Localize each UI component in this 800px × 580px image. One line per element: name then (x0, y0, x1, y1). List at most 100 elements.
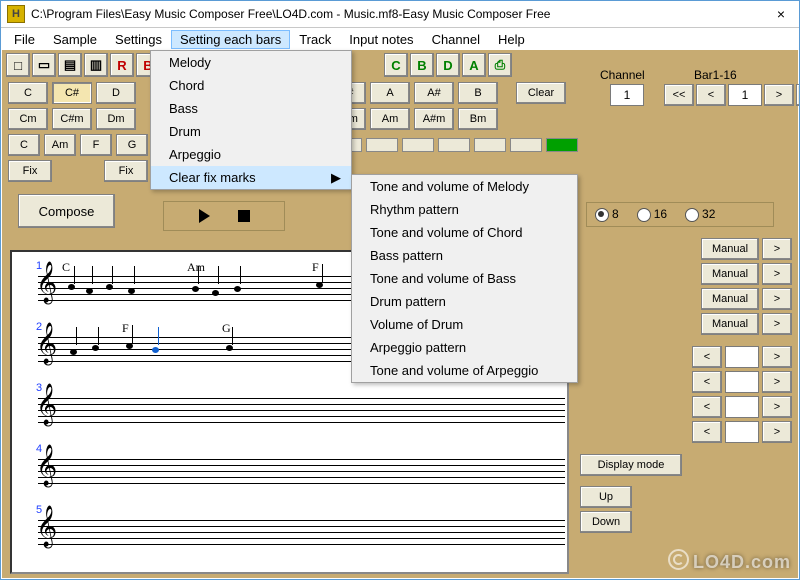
up-button[interactable]: Up (580, 486, 632, 508)
level-5 (438, 138, 470, 152)
bar-first[interactable]: << (664, 84, 694, 106)
spin-3-val[interactable] (725, 396, 759, 418)
chord-b[interactable]: B (458, 82, 498, 104)
stop-button[interactable] (238, 210, 250, 222)
mi-tone-vol-arpeggio[interactable]: Tone and volume of Arpeggio (352, 359, 577, 382)
spin-2-lt[interactable]: < (692, 371, 722, 393)
title-bar: H C:\Program Files\Easy Music Composer F… (1, 1, 799, 28)
manual-4-gt[interactable]: > (762, 313, 792, 335)
spin-1-val[interactable] (725, 346, 759, 368)
spin-1-lt[interactable]: < (692, 346, 722, 368)
manual-1[interactable]: Manual (701, 238, 759, 260)
level-7 (510, 138, 542, 152)
fix-button-2[interactable]: Fix (104, 160, 148, 182)
manual-3[interactable]: Manual (701, 288, 759, 310)
tool-save2[interactable]: ▥ (84, 53, 108, 77)
menu-setting-each-bars[interactable]: Setting each bars (171, 30, 290, 49)
mi-arpeggio[interactable]: Arpeggio (151, 143, 351, 166)
bar-chord-2[interactable]: Am (44, 134, 76, 156)
spin-4-val[interactable] (725, 421, 759, 443)
bar-label: Bar1-16 (694, 68, 737, 82)
chord-dm[interactable]: Dm (96, 108, 136, 130)
spin-2-gt[interactable]: > (762, 371, 792, 393)
mi-tone-vol-chord[interactable]: Tone and volume of Chord (352, 221, 577, 244)
radio-8[interactable]: 8 (595, 207, 619, 222)
chord-csharp[interactable]: C# (52, 82, 92, 104)
mi-rhythm-pattern[interactable]: Rhythm pattern (352, 198, 577, 221)
manual-1-gt[interactable]: > (762, 238, 792, 260)
spin-4-lt[interactable]: < (692, 421, 722, 443)
manual-2-gt[interactable]: > (762, 263, 792, 285)
watermark: LO4D.com (668, 547, 791, 573)
radio-32[interactable]: 32 (685, 207, 715, 222)
down-button[interactable]: Down (580, 511, 632, 533)
mi-vol-drum[interactable]: Volume of Drum (352, 313, 577, 336)
staff1-chord-am: Am (187, 260, 205, 275)
clear-button[interactable]: Clear (516, 82, 566, 104)
tool-new[interactable]: □ (6, 53, 30, 77)
tool-c[interactable]: C (384, 53, 408, 77)
menu-file[interactable]: File (5, 30, 44, 49)
staff1-chord-c: C (62, 260, 70, 275)
chord-c[interactable]: C (8, 82, 48, 104)
radio-16[interactable]: 16 (637, 207, 667, 222)
bar-prev[interactable]: < (696, 84, 726, 106)
chord-bm[interactable]: Bm (458, 108, 498, 130)
menu-track[interactable]: Track (290, 30, 340, 49)
mi-drum[interactable]: Drum (151, 120, 351, 143)
compose-button[interactable]: Compose (18, 194, 115, 228)
menu-settings[interactable]: Settings (106, 30, 171, 49)
mi-bass[interactable]: Bass (151, 97, 351, 120)
chord-csm[interactable]: C#m (52, 108, 92, 130)
display-mode-button[interactable]: Display mode (580, 454, 682, 476)
level-6 (474, 138, 506, 152)
client-area: □ ▭ ▤ ▥ R B C B D A ⎙ C C# D G G# A A# B… (2, 50, 798, 578)
bar-next[interactable]: > (764, 84, 794, 106)
tool-d[interactable]: D (436, 53, 460, 77)
tool-save[interactable]: ▤ (58, 53, 82, 77)
menu-sample[interactable]: Sample (44, 30, 106, 49)
menu-channel[interactable]: Channel (423, 30, 489, 49)
manual-4[interactable]: Manual (701, 313, 759, 335)
menu-input-notes[interactable]: Input notes (340, 30, 422, 49)
mi-melody[interactable]: Melody (151, 51, 351, 74)
play-button[interactable] (199, 209, 210, 223)
spin-3-lt[interactable]: < (692, 396, 722, 418)
mi-tone-vol-melody[interactable]: Tone and volume of Melody (352, 175, 577, 198)
tool-b-green[interactable]: B (410, 53, 434, 77)
spin-3-gt[interactable]: > (762, 396, 792, 418)
spin-2-val[interactable] (725, 371, 759, 393)
channel-field[interactable]: 1 (610, 84, 644, 106)
manual-2[interactable]: Manual (701, 263, 759, 285)
tool-open[interactable]: ▭ (32, 53, 56, 77)
mi-clear-fix-marks[interactable]: Clear fix marks▶ (151, 166, 351, 189)
toolbar: □ ▭ ▤ ▥ R B C B D A ⎙ (2, 50, 798, 80)
mi-drum-pattern[interactable]: Drum pattern (352, 290, 577, 313)
chord-asharp[interactable]: A# (414, 82, 454, 104)
menu-help[interactable]: Help (489, 30, 534, 49)
mi-bass-pattern[interactable]: Bass pattern (352, 244, 577, 267)
transport-panel (163, 201, 285, 231)
chord-cm[interactable]: Cm (8, 108, 48, 130)
tool-r[interactable]: R (110, 53, 134, 77)
tool-metronome[interactable]: ⎙ (488, 53, 512, 77)
chord-a[interactable]: A (370, 82, 410, 104)
bar-field[interactable]: 1 (728, 84, 762, 106)
bar-chord-1[interactable]: C (8, 134, 40, 156)
spin-4-gt[interactable]: > (762, 421, 792, 443)
mi-chord[interactable]: Chord (151, 74, 351, 97)
tool-a[interactable]: A (462, 53, 486, 77)
chord-am[interactable]: Am (370, 108, 410, 130)
bar-last[interactable]: >> (796, 84, 800, 106)
bar-chord-3[interactable]: F (80, 134, 112, 156)
close-button[interactable]: × (769, 6, 793, 22)
chord-d[interactable]: D (96, 82, 136, 104)
mi-tone-vol-bass[interactable]: Tone and volume of Bass (352, 267, 577, 290)
spin-1-gt[interactable]: > (762, 346, 792, 368)
mi-arpeggio-pattern[interactable]: Arpeggio pattern (352, 336, 577, 359)
manual-3-gt[interactable]: > (762, 288, 792, 310)
barcount-panel: 8 16 32 (586, 202, 774, 227)
chord-asm[interactable]: A#m (414, 108, 454, 130)
bar-chord-4[interactable]: G (116, 134, 148, 156)
fix-button-1[interactable]: Fix (8, 160, 52, 182)
